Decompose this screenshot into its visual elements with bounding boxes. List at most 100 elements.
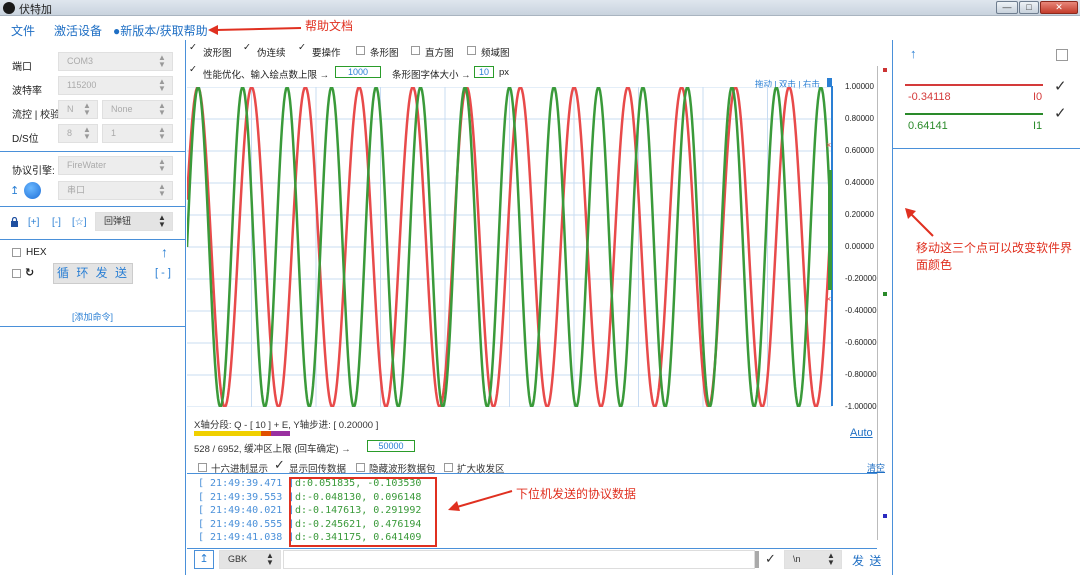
hex-display-checkbox[interactable]: [198, 463, 207, 472]
channel-name-i0: I0: [1033, 91, 1043, 103]
protocol-value: FireWater: [67, 160, 107, 170]
port-select[interactable]: COM3 ▲ ▼: [58, 52, 173, 71]
divider: [0, 151, 186, 152]
add-command-link[interactable]: [添加命令]: [72, 310, 113, 323]
send-button[interactable]: 发 送: [852, 552, 882, 569]
add-button[interactable]: [+]: [28, 217, 39, 228]
close-button[interactable]: ✕: [1040, 1, 1078, 14]
divider: [187, 473, 877, 474]
send-input-scroll[interactable]: [755, 551, 759, 568]
menu-new-version[interactable]: ●新版本/获取帮助: [113, 22, 208, 39]
bar-checkbox[interactable]: [356, 46, 365, 55]
channel-color-line-i1: [905, 113, 1043, 115]
channel-name-i1: I1: [1033, 120, 1043, 132]
px-label: px: [499, 67, 510, 78]
minimize-button[interactable]: —: [996, 1, 1018, 14]
flow-select[interactable]: N ▲ ▼: [58, 100, 98, 119]
waveform-check-icon[interactable]: ✓: [189, 42, 197, 53]
histogram-option[interactable]: 直方图: [425, 45, 454, 59]
cycle-send-button[interactable]: 循 环 发 送: [53, 263, 133, 284]
left-panel: 端口 COM3 ▲ ▼ 波特率 115200 ▲ ▼ 流控 | 校验 N ▲ ▼ None ▲…: [0, 40, 186, 575]
baud-select[interactable]: 115200 ▲ ▼: [58, 76, 173, 95]
remove-button[interactable]: [-]: [52, 217, 61, 228]
annotation-protocol-data: 下位机发送的协议数据: [516, 487, 637, 501]
hex-checkbox[interactable]: [12, 248, 21, 257]
parity-value: None: [111, 104, 133, 114]
data-bits-select[interactable]: 8 ▲ ▼: [58, 124, 98, 143]
expand-checkbox[interactable]: [444, 463, 453, 472]
buffer-input[interactable]: 50000: [367, 440, 415, 452]
waveform-chart[interactable]: [187, 87, 832, 407]
cmd-up-arrow-icon[interactable]: ↑: [161, 244, 168, 260]
baud-value: 115200: [67, 80, 97, 90]
spectrum-checkbox[interactable]: [467, 46, 476, 55]
channel-check-i0-icon[interactable]: ✓: [1054, 77, 1067, 95]
divider: [187, 548, 877, 549]
perf-check-icon[interactable]: ✓: [189, 64, 197, 75]
color-dot-blue[interactable]: [883, 514, 887, 518]
show-echo-check-icon[interactable]: ✓: [274, 457, 285, 473]
spinner-icon: ▲ ▼: [158, 101, 166, 117]
title-bar: 伏特加 — □ ✕: [0, 0, 1080, 16]
protocol-select[interactable]: FireWater ▲ ▼: [58, 156, 173, 175]
baud-label: 波特率: [12, 86, 42, 97]
spinner-icon: ▲ ▼: [158, 213, 166, 229]
ops-option[interactable]: 要操作: [312, 45, 341, 59]
hide-wave-checkbox[interactable]: [356, 463, 365, 472]
send-input[interactable]: [283, 550, 755, 569]
lock-icon[interactable]: [10, 217, 19, 227]
newline-check-icon[interactable]: ✓: [765, 551, 776, 567]
divider: [0, 326, 186, 327]
popup-button-value: 回弹钮: [104, 216, 132, 226]
color-dot-green[interactable]: [883, 292, 887, 296]
perf-input[interactable]: 1000: [335, 66, 381, 78]
star-button[interactable]: [☆]: [72, 217, 87, 228]
ops-check-icon[interactable]: ✓: [298, 42, 306, 53]
annotation-help-docs: 帮助文档: [305, 19, 354, 33]
send-upload-button[interactable]: ↥: [194, 550, 214, 569]
maximize-button[interactable]: □: [1019, 1, 1039, 14]
pseudo-check-icon[interactable]: ✓: [243, 42, 251, 53]
marker-x-icon: ×: [826, 140, 832, 150]
encoding-select[interactable]: GBK ▲ ▼: [219, 550, 281, 569]
font-size-input[interactable]: 10: [474, 66, 494, 78]
bar-option[interactable]: 条形图: [370, 45, 399, 59]
log-timestamp: [ 21:49:41.038 ]: [198, 532, 295, 543]
stop-bits-select[interactable]: 1 ▲ ▼: [102, 124, 173, 143]
spinner-icon: ▲ ▼: [266, 551, 274, 567]
newline-select[interactable]: \n ▲ ▼: [784, 550, 842, 569]
refresh-icon: ↻: [25, 267, 35, 279]
menu-activate[interactable]: 激活设备: [54, 22, 102, 39]
annotation-move-dots: 移动这三个点可以改变软件界面颜色: [916, 241, 1073, 272]
popup-button-select[interactable]: 回弹钮 ▲ ▼: [95, 212, 173, 231]
channel-select[interactable]: 串口 ▲ ▼: [58, 181, 173, 200]
histogram-checkbox[interactable]: [411, 46, 420, 55]
right-top-checkbox[interactable]: [1056, 49, 1068, 61]
parity-select[interactable]: None ▲ ▼: [102, 100, 173, 119]
loop-checkbox[interactable]: [12, 269, 21, 278]
menu-file[interactable]: 文件: [11, 22, 35, 39]
divider: [0, 206, 186, 207]
color-dot-red[interactable]: [883, 68, 887, 72]
chart-grid: [187, 87, 832, 407]
divider: [0, 239, 186, 240]
buffer-label: 528 / 6952, 缓冲区上限 (回车确定) →: [194, 444, 351, 455]
pseudo-option[interactable]: 伪连续: [257, 45, 286, 59]
data-bits-value: 8: [67, 128, 73, 138]
auto-button[interactable]: Auto: [850, 427, 873, 439]
channel-value: 串口: [67, 185, 86, 195]
menu-bar: 文件 激活设备 ●新版本/获取帮助 帮助文档: [0, 16, 1080, 40]
newline-value: \n: [793, 554, 801, 564]
minus-button[interactable]: [ - ]: [155, 267, 171, 279]
right-up-arrow-icon[interactable]: ↑: [910, 46, 917, 61]
log-timestamp: [ 21:49:39.553 ]: [198, 491, 295, 503]
upload-icon[interactable]: ↥: [10, 184, 19, 197]
annotation-arrow-icon: [208, 25, 302, 35]
waveform-option[interactable]: 波形图: [203, 45, 232, 59]
perf-label: 性能优化、输入绘点数上限 →: [203, 70, 330, 81]
channel-check-i1-icon[interactable]: ✓: [1054, 104, 1067, 122]
connect-toggle[interactable]: [24, 182, 41, 199]
spectrum-option[interactable]: 频域图: [481, 45, 510, 59]
port-label: 端口: [12, 62, 32, 73]
spinner-icon: ▲ ▼: [158, 182, 166, 198]
